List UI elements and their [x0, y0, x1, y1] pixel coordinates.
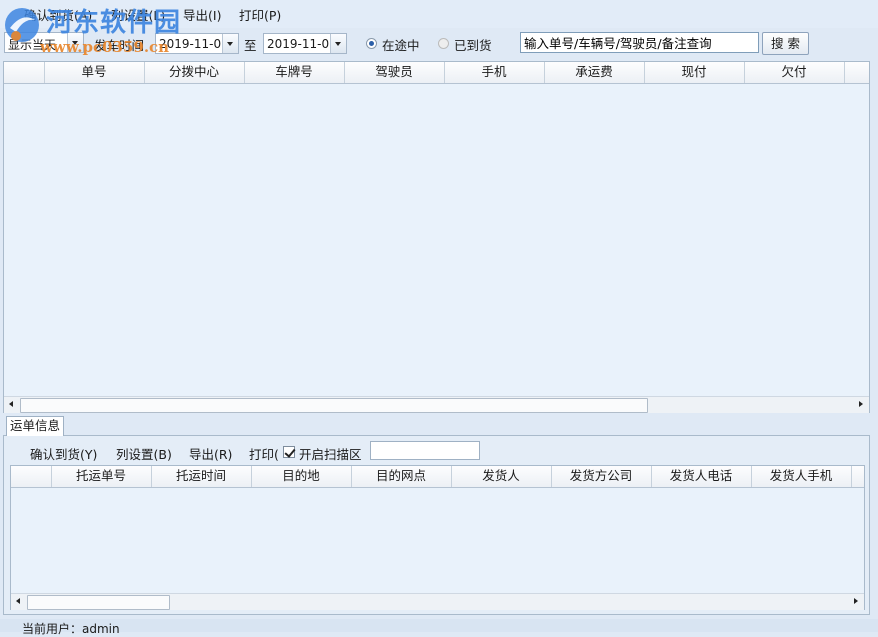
col-header-sender-phone[interactable]: 发货人电话 — [651, 466, 752, 487]
scroll-left-icon[interactable] — [11, 594, 27, 609]
scroll-right-icon[interactable] — [853, 397, 869, 412]
scroll-thumb[interactable] — [20, 398, 648, 413]
calendar-dropdown-icon[interactable] — [222, 34, 238, 53]
date-to-value: 2019-11-07 — [267, 37, 337, 51]
status-bar — [0, 619, 878, 632]
column-settings-button[interactable]: 列设置(B) — [116, 444, 172, 463]
watermark-logo-icon — [5, 8, 39, 42]
scan-input[interactable] — [370, 441, 480, 460]
col-header-more — [851, 466, 864, 487]
calendar-dropdown-icon[interactable] — [330, 34, 346, 53]
radio-in-transit-label[interactable]: 在途中 — [382, 35, 420, 54]
date-to-picker[interactable]: 2019-11-07 — [263, 33, 347, 54]
waybill-grid[interactable]: 托运单号 托运时间 目的地 目的网点 发货人 发货方公司 发货人电话 发货人手机 — [10, 465, 865, 610]
confirm-arrival-button[interactable]: 确认到货(Y) — [30, 444, 97, 463]
col-header-order-no[interactable]: 单号 — [44, 62, 145, 83]
col-header-sender[interactable]: 发货人 — [451, 466, 552, 487]
col-header-freight[interactable]: 承运费 — [544, 62, 645, 83]
horizontal-scrollbar[interactable] — [4, 396, 869, 413]
col-header-sender-company[interactable]: 发货方公司 — [551, 466, 652, 487]
col-header-more — [844, 62, 869, 83]
tab-waybill-info[interactable]: 运单信息 — [6, 416, 64, 436]
col-header-plate[interactable]: 车牌号 — [244, 62, 345, 83]
scan-area-label[interactable]: 开启扫描区 — [299, 444, 362, 463]
print-button[interactable]: 打印( — [249, 444, 279, 463]
menu-print[interactable]: 打印(P) — [239, 5, 281, 24]
watermark-url: www.pc0359.cn — [40, 38, 170, 56]
col-header-hub[interactable]: 分拨中心 — [144, 62, 245, 83]
col-header-destination[interactable]: 目的地 — [251, 466, 352, 487]
col-header-waybill-no[interactable]: 托运单号 — [51, 466, 152, 487]
radio-arrived-label[interactable]: 已到货 — [454, 35, 492, 54]
col-header-driver[interactable]: 驾驶员 — [344, 62, 445, 83]
radio-arrived[interactable] — [438, 38, 449, 49]
waybill-grid-header: 托运单号 托运时间 目的地 目的网点 发货人 发货方公司 发货人电话 发货人手机 — [11, 466, 864, 488]
current-user-label: 当前用户：admin — [22, 622, 120, 636]
waybill-horizontal-scrollbar[interactable] — [11, 593, 864, 610]
scroll-thumb[interactable] — [27, 595, 170, 610]
menu-export[interactable]: 导出(I) — [183, 5, 221, 24]
scroll-left-icon[interactable] — [4, 397, 20, 412]
date-from-value: 2019-11-07 — [159, 37, 229, 51]
col-header-owed[interactable]: 欠付 — [744, 62, 845, 83]
search-button[interactable]: 搜 索 — [762, 32, 809, 55]
row-selector-header — [11, 466, 52, 487]
grid-header: 单号 分拨中心 车牌号 驾驶员 手机 承运费 现付 欠付 — [4, 62, 869, 84]
watermark-title: 河东软件园 — [46, 8, 182, 38]
col-header-cash-paid[interactable]: 现付 — [644, 62, 745, 83]
row-selector-header — [4, 62, 45, 83]
to-label: 至 — [244, 38, 257, 53]
export-button[interactable]: 导出(R) — [189, 444, 232, 463]
scroll-right-icon[interactable] — [848, 594, 864, 609]
radio-in-transit[interactable] — [366, 38, 377, 49]
shipment-grid[interactable]: 单号 分拨中心 车牌号 驾驶员 手机 承运费 现付 欠付 — [3, 61, 870, 413]
col-header-dest-branch[interactable]: 目的网点 — [351, 466, 452, 487]
scan-area-checkbox[interactable] — [283, 446, 295, 458]
col-header-phone[interactable]: 手机 — [444, 62, 545, 83]
col-header-sender-mobile[interactable]: 发货人手机 — [751, 466, 852, 487]
search-input[interactable] — [520, 32, 759, 53]
col-header-waybill-time[interactable]: 托运时间 — [151, 466, 252, 487]
